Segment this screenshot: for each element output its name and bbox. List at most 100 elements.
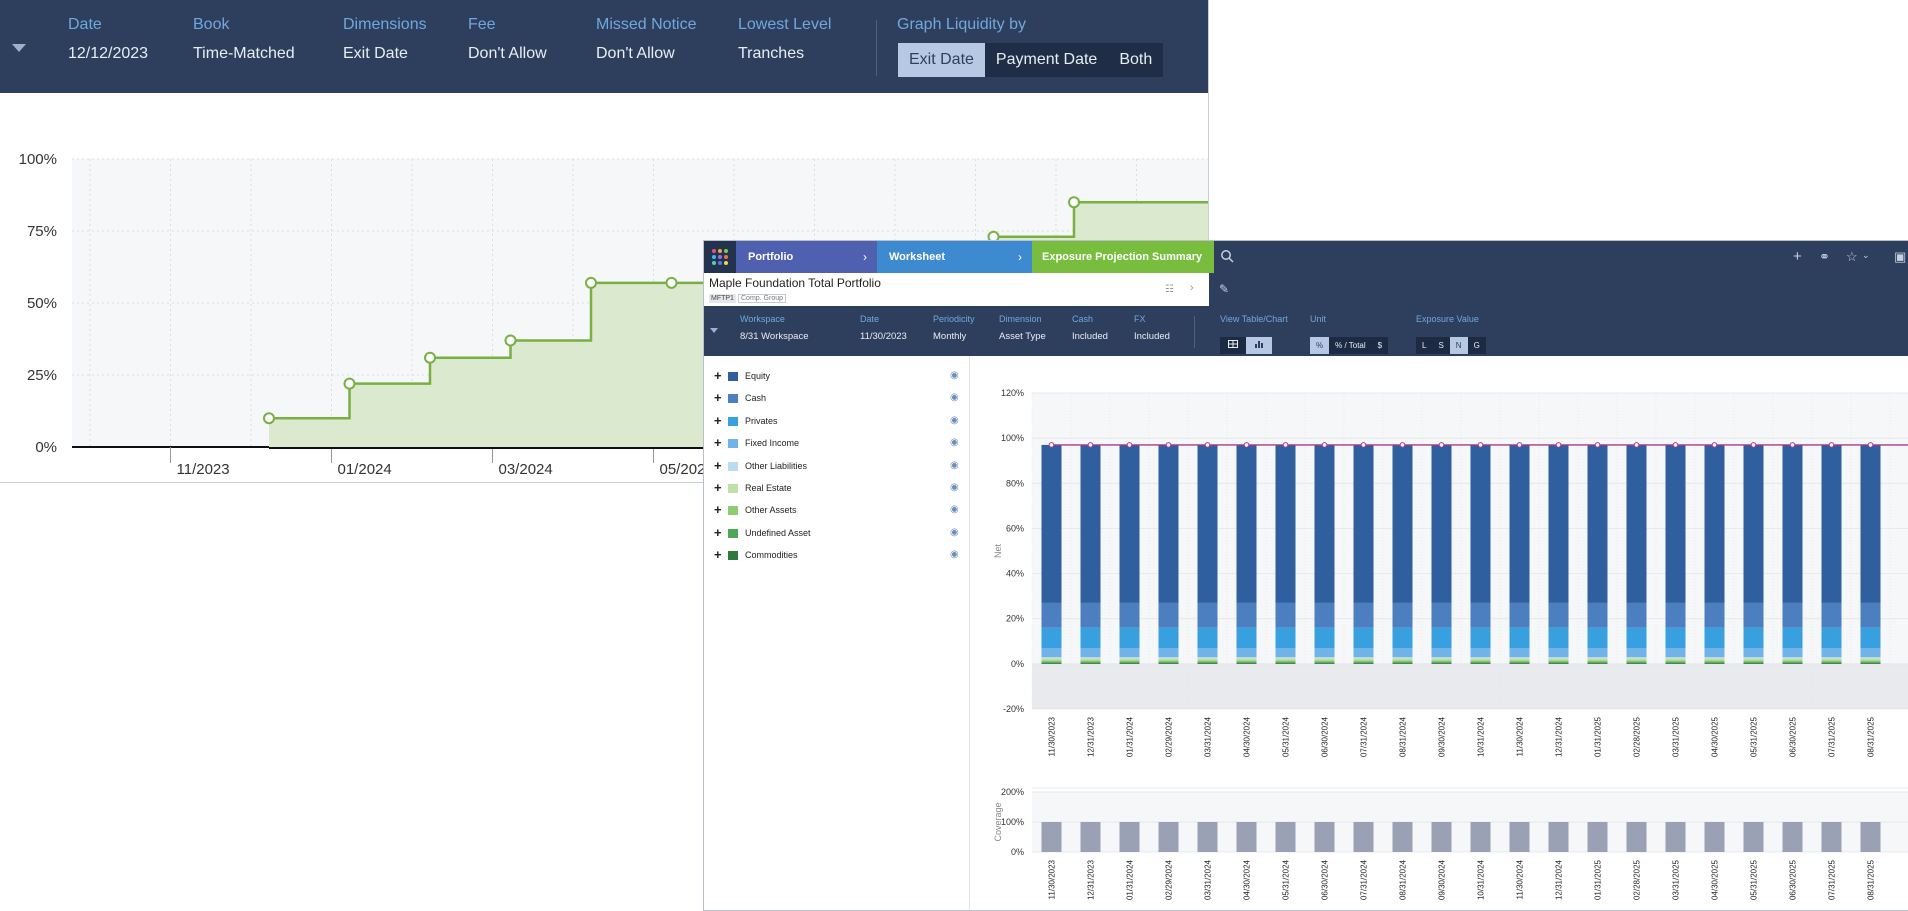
bar-segment[interactable] (1080, 661, 1101, 663)
bar-segment[interactable] (1158, 660, 1179, 662)
bar-segment[interactable] (1080, 660, 1101, 662)
bar-segment[interactable] (1509, 627, 1530, 649)
bar-segment[interactable] (1119, 444, 1140, 603)
expand-plus-icon[interactable]: + (714, 502, 722, 517)
filter-lowest-level[interactable]: Lowest Level Tranches (738, 16, 831, 63)
bar-segment[interactable] (1236, 648, 1257, 658)
coverage-bar[interactable] (1431, 822, 1452, 852)
bar-segment[interactable] (1041, 658, 1062, 661)
paperclip-icon[interactable]: ⚭ (1819, 249, 1830, 265)
filter-date[interactable]: Date 12/12/2023 (68, 16, 148, 63)
bar-segment[interactable] (1821, 661, 1842, 663)
bar-segment[interactable] (1197, 661, 1218, 663)
bar-segment[interactable] (1041, 627, 1062, 649)
bar-segment[interactable] (1236, 657, 1257, 659)
coverage-bar[interactable] (1197, 822, 1218, 852)
bar-segment[interactable] (1821, 658, 1842, 661)
bar-segment[interactable] (1665, 662, 1686, 664)
coverage-bar[interactable] (1392, 822, 1413, 852)
filter-value[interactable]: 11/30/2023 (860, 331, 907, 342)
data-point[interactable] (263, 412, 275, 425)
expand-plus-icon[interactable]: + (714, 525, 722, 540)
bar-segment[interactable] (1080, 662, 1101, 664)
bar-segment[interactable] (1548, 657, 1569, 659)
coverage-bar[interactable] (1119, 822, 1140, 852)
filter-fee[interactable]: Fee Don't Allow (468, 16, 547, 63)
filter-value[interactable]: Monthly (933, 331, 975, 342)
bar-segment[interactable] (1314, 660, 1335, 662)
filter-value[interactable]: Tranches (738, 45, 831, 63)
net-total-point[interactable] (1048, 442, 1055, 448)
data-point[interactable] (1068, 196, 1080, 209)
bar-segment[interactable] (1080, 658, 1101, 661)
coverage-bar[interactable] (1548, 822, 1569, 852)
bar-segment[interactable] (1275, 602, 1296, 628)
bar-segment[interactable] (1587, 660, 1608, 662)
bar-segment[interactable] (1119, 657, 1140, 659)
net-total-point[interactable] (1321, 442, 1328, 448)
bar-segment[interactable] (1782, 602, 1803, 628)
filter-date[interactable]: Date 11/30/2023 (860, 314, 907, 342)
legend-item[interactable]: + Other Liabilities ◉ (714, 458, 964, 474)
net-total-point[interactable] (1087, 442, 1094, 448)
eye-icon[interactable]: ◉ (950, 482, 959, 493)
exposure-gross-button[interactable]: G (1467, 337, 1486, 354)
legend-item[interactable]: + Fixed Income ◉ (714, 435, 964, 451)
graph-by-exit-date-button[interactable]: Exit Date (898, 43, 985, 77)
bar-segment[interactable] (1704, 661, 1725, 663)
bar-segment[interactable] (1158, 661, 1179, 663)
bar-segment[interactable] (1431, 660, 1452, 662)
bar-segment[interactable] (1158, 658, 1179, 661)
bar-segment[interactable] (1392, 627, 1413, 649)
bar-segment[interactable] (1236, 602, 1257, 628)
bar-segment[interactable] (1080, 627, 1101, 649)
bar-segment[interactable] (1626, 662, 1647, 664)
bar-segment[interactable] (1587, 648, 1608, 658)
search-icon[interactable] (1220, 249, 1234, 263)
filter-workspace[interactable]: Workspace 8/31 Workspace (740, 314, 808, 342)
bar-segment[interactable] (1041, 602, 1062, 628)
plus-icon[interactable]: + (1793, 248, 1802, 265)
legend-item[interactable]: + Undefined Asset ◉ (714, 525, 964, 541)
data-point[interactable] (504, 334, 517, 347)
net-total-point[interactable] (1711, 442, 1718, 448)
net-total-point[interactable] (1789, 442, 1796, 448)
chevron-right-icon[interactable]: › (1190, 282, 1194, 294)
bar-segment[interactable] (1119, 661, 1140, 663)
bar-segment[interactable] (1548, 444, 1569, 603)
bar-segment[interactable] (1275, 661, 1296, 663)
bar-segment[interactable] (1626, 657, 1647, 659)
bar-segment[interactable] (1665, 648, 1686, 658)
bar-segment[interactable] (1236, 660, 1257, 662)
bar-segment[interactable] (1236, 444, 1257, 603)
expand-plus-icon[interactable]: + (714, 480, 722, 495)
expand-plus-icon[interactable]: + (714, 547, 722, 562)
bar-segment[interactable] (1158, 444, 1179, 603)
bar-segment[interactable] (1431, 662, 1452, 664)
bar-segment[interactable] (1860, 648, 1881, 658)
hierarchy-icon[interactable]: ☷ (1165, 284, 1174, 295)
breadcrumb-worksheet[interactable]: Worksheet › (877, 241, 1032, 273)
bar-segment[interactable] (1704, 602, 1725, 628)
bar-segment[interactable] (1743, 444, 1764, 603)
bar-segment[interactable] (1665, 444, 1686, 603)
bar-segment[interactable] (1392, 648, 1413, 658)
eye-icon[interactable]: ◉ (950, 437, 959, 448)
bar-segment[interactable] (1275, 662, 1296, 664)
eye-icon[interactable]: ◉ (950, 504, 959, 515)
bar-segment[interactable] (1743, 660, 1764, 662)
bar-segment[interactable] (1119, 602, 1140, 628)
data-point[interactable] (424, 351, 436, 364)
bar-segment[interactable] (1548, 662, 1569, 664)
bar-segment[interactable] (1665, 658, 1686, 661)
bar-segment[interactable] (1860, 627, 1881, 649)
coverage-bar[interactable] (1353, 822, 1374, 852)
bar-segment[interactable] (1860, 657, 1881, 659)
bar-segment[interactable] (1821, 602, 1842, 628)
bar-segment[interactable] (1470, 662, 1491, 664)
bar-segment[interactable] (1158, 648, 1179, 658)
coverage-bar[interactable] (1509, 822, 1530, 852)
bar-segment[interactable] (1431, 602, 1452, 628)
bar-segment[interactable] (1509, 661, 1530, 663)
bar-segment[interactable] (1119, 660, 1140, 662)
